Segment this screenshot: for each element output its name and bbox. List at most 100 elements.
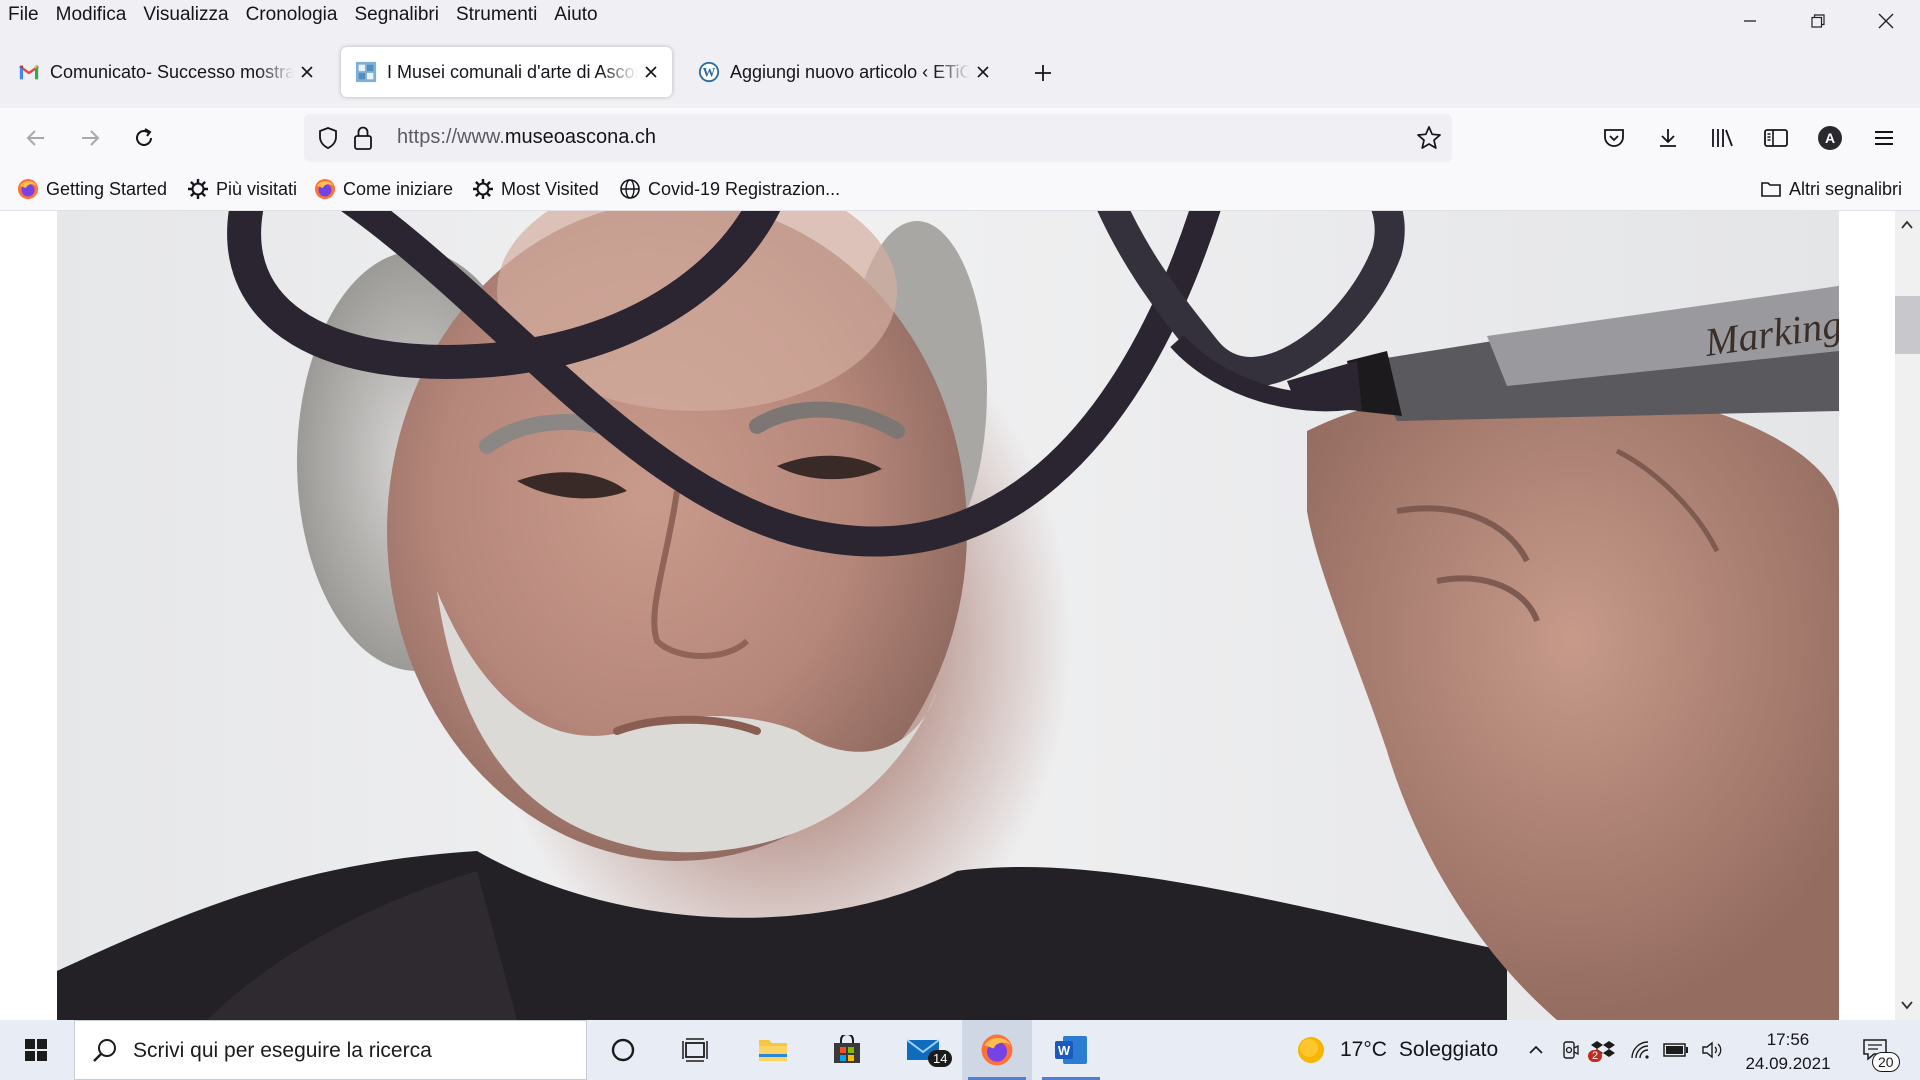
bookmark-come-iniziare[interactable]: Come iniziare	[314, 176, 453, 202]
dropbox-tray[interactable]: 2	[1588, 1020, 1618, 1080]
back-button[interactable]	[18, 120, 54, 156]
file-explorer-button[interactable]	[738, 1020, 808, 1080]
gear-icon	[472, 178, 494, 200]
speaker-icon	[1702, 1041, 1722, 1059]
chevron-up-icon	[1529, 1045, 1543, 1054]
network-tray[interactable]	[1626, 1020, 1656, 1080]
url-bar[interactable]: https://www.museoascona.ch	[304, 114, 1452, 162]
task-view-button[interactable]	[660, 1020, 730, 1080]
menu-file[interactable]: File	[8, 4, 39, 26]
action-center-button[interactable]: 20	[1850, 1020, 1900, 1080]
start-button[interactable]	[0, 1020, 72, 1080]
sun-icon	[1298, 1037, 1324, 1063]
library-button[interactable]	[1704, 120, 1740, 156]
other-bookmarks-label: Altri segnalibri	[1789, 178, 1903, 199]
hamburger-menu-icon	[1875, 131, 1893, 145]
tab-close-button[interactable]	[294, 59, 320, 85]
menu-aiuto[interactable]: Aiuto	[554, 4, 597, 26]
taskbar-search-box[interactable]: Scrivi qui per eseguire la ricerca	[74, 1020, 587, 1080]
tab-gmail[interactable]: Comunicato- Successo mostra di Bisoni	[4, 47, 328, 97]
close-icon	[301, 66, 313, 78]
forward-button[interactable]	[72, 120, 108, 156]
scrollbar-thumb[interactable]	[1895, 296, 1920, 354]
word-icon: W	[1055, 1036, 1087, 1064]
folder-icon	[759, 1040, 787, 1061]
arrow-left-icon	[26, 130, 44, 146]
sidebar-button[interactable]	[1758, 120, 1794, 156]
wifi-icon	[1631, 1041, 1649, 1059]
scroll-down-arrow-icon[interactable]	[1899, 997, 1915, 1013]
clock-time: 17:56	[1766, 1030, 1810, 1049]
star-icon[interactable]	[1416, 125, 1442, 151]
volume-tray[interactable]	[1698, 1020, 1728, 1080]
word-taskbar-button[interactable]: W	[1036, 1020, 1106, 1080]
menu-segnalibri[interactable]: Segnalibri	[354, 4, 439, 26]
bookmark-getting-started[interactable]: Getting Started	[17, 176, 167, 202]
pocket-icon	[1604, 129, 1624, 147]
menu-modifica[interactable]: Modifica	[56, 4, 127, 26]
shield-icon[interactable]	[316, 126, 340, 150]
tab-strip: Comunicato- Successo mostra di Bisoni I …	[0, 30, 1920, 108]
reload-button[interactable]	[126, 120, 162, 156]
download-icon	[1660, 129, 1676, 147]
bookmark-most-visited[interactable]: Most Visited	[472, 176, 599, 202]
arrow-right-icon	[82, 130, 100, 146]
bookmark-label: Più visitati	[216, 178, 298, 199]
weather-temperature: 17°C	[1340, 1038, 1387, 1061]
show-hidden-icons-button[interactable]	[1520, 1020, 1552, 1080]
clock-date: 24.09.2021	[1745, 1054, 1831, 1073]
pocket-button[interactable]	[1596, 120, 1632, 156]
bookmark-piu-visitati[interactable]: Più visitati	[187, 176, 297, 202]
menu-visualizza[interactable]: Visualizza	[143, 4, 228, 26]
store-bag-icon	[834, 1035, 860, 1063]
cortana-button[interactable]	[588, 1020, 658, 1080]
gmail-icon	[19, 65, 39, 80]
battery-tray[interactable]	[1660, 1020, 1692, 1080]
taskbar-clock[interactable]: 17:56 24.09.2021	[1738, 1028, 1838, 1076]
lock-icon[interactable]	[352, 125, 374, 151]
wordpress-icon: W	[698, 61, 720, 83]
tab-museo[interactable]: I Musei comunali d'arte di Ascona	[341, 47, 672, 97]
plus-icon	[1035, 65, 1051, 81]
new-tab-button[interactable]	[1028, 58, 1058, 88]
scroll-up-arrow-icon[interactable]	[1899, 217, 1915, 233]
menu-cronologia[interactable]: Cronologia	[246, 4, 338, 26]
mail-badge: 14	[928, 1050, 953, 1067]
app-menu-button[interactable]	[1866, 120, 1902, 156]
museum-favicon-icon	[355, 61, 377, 83]
microsoft-store-button[interactable]	[812, 1020, 882, 1080]
weather-condition: Soleggiato	[1398, 1038, 1499, 1061]
bookmarks-toolbar: Getting Started Più visitati Come inizia…	[0, 168, 1920, 211]
sidebar-icon	[1764, 129, 1788, 147]
meet-now-tray[interactable]	[1556, 1020, 1586, 1080]
account-button[interactable]: A	[1812, 120, 1848, 156]
windows-logo-icon	[25, 1039, 47, 1061]
url-domain: museoascona.ch	[504, 126, 657, 148]
svg-text:W: W	[1058, 1043, 1071, 1058]
menu-bar: File Modifica Visualizza Cronologia Segn…	[0, 0, 1920, 30]
avatar: A	[1818, 126, 1842, 150]
tab-title: Aggiungi nuovo articolo ‹ ETiCinfo	[730, 61, 970, 82]
tab-close-button[interactable]	[638, 59, 664, 85]
tab-close-button[interactable]	[970, 59, 996, 85]
other-bookmarks-button[interactable]: Altri segnalibri	[1760, 176, 1902, 202]
bookmark-covid-registrazione[interactable]: Covid-19 Registrazion...	[619, 176, 840, 202]
tab-wordpress[interactable]: W Aggiungi nuovo articolo ‹ ETiCinfo	[684, 47, 1004, 97]
close-icon	[1878, 13, 1894, 29]
hero-photo: Marking	[57, 211, 1839, 1020]
globe-icon	[619, 178, 641, 200]
menu-strumenti[interactable]: Strumenti	[456, 4, 537, 26]
page-content: Marking	[0, 211, 1920, 1020]
url-text[interactable]: https://www.museoascona.ch	[397, 126, 656, 149]
downloads-button[interactable]	[1650, 120, 1686, 156]
firefox-taskbar-button[interactable]	[962, 1020, 1032, 1080]
library-icon	[1712, 129, 1733, 147]
gear-icon	[187, 178, 209, 200]
firefox-icon	[17, 178, 39, 200]
weather-widget[interactable]: 17°C Soleggiato	[1296, 1020, 1498, 1080]
mail-button[interactable]: 14	[888, 1020, 958, 1080]
windows-taskbar: Scrivi qui per eseguire la ricerca 14 W …	[0, 1020, 1920, 1080]
bookmark-label: Getting Started	[46, 178, 168, 199]
firefox-icon	[981, 1034, 1013, 1066]
firefox-icon	[314, 178, 336, 200]
